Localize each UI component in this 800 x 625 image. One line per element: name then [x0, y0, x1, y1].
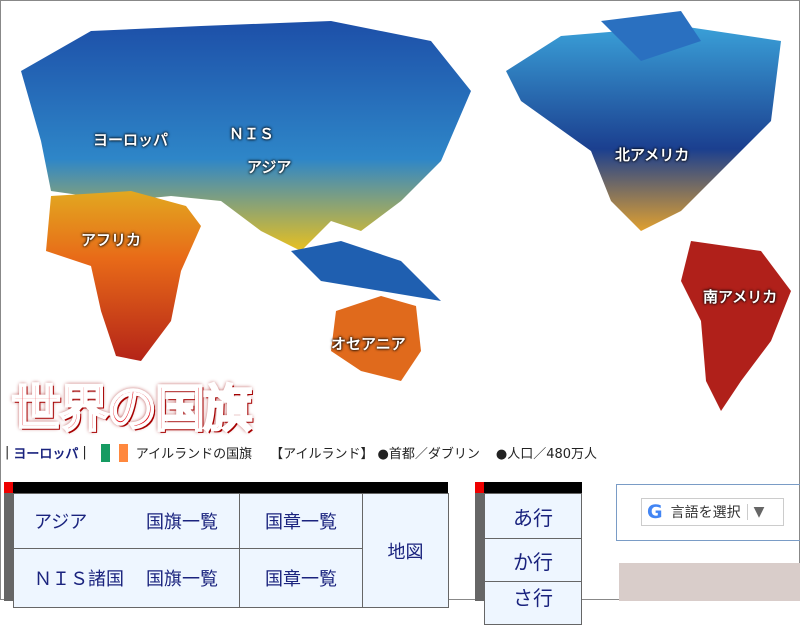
- sep-left: |: [5, 445, 10, 460]
- capital: ●首都／ダブリン: [377, 447, 480, 462]
- region-table-header: [4, 482, 448, 493]
- world-map: [21, 11, 791, 411]
- row-asia: アジア 国旗一覧: [13, 493, 240, 549]
- kana-table-header: [475, 482, 582, 493]
- country-name: 【アイルランド】: [270, 447, 374, 462]
- region-nis-link[interactable]: ＮＩＳ諸国: [34, 565, 146, 591]
- region-table-sidebar: [4, 493, 13, 601]
- google-g-icon: G: [647, 501, 663, 523]
- dropdown-arrow-icon: ▼: [746, 504, 764, 520]
- flag-caption: アイルランドの国旗: [135, 447, 253, 462]
- region-asia-link[interactable]: アジア: [34, 508, 146, 534]
- africa: [46, 191, 201, 361]
- map-label-asia[interactable]: アジア: [247, 156, 291, 177]
- map-label-africa[interactable]: アフリカ: [81, 229, 141, 250]
- map-label-nis[interactable]: ＮＩＳ: [229, 123, 274, 144]
- map-label-north-america[interactable]: 北アメリカ: [615, 144, 689, 165]
- sep-right: |: [82, 445, 87, 460]
- map-label-oceania[interactable]: オセアニア: [331, 333, 406, 354]
- ireland-flag-icon: [100, 443, 128, 462]
- map-label-south-america[interactable]: 南アメリカ: [703, 286, 777, 307]
- kana-sa-link[interactable]: さ行: [484, 581, 582, 625]
- breadcrumb: | ヨーロッパ | アイルランドの国旗 【アイルランド】 ●首都／ダブリン ●人…: [5, 443, 597, 462]
- ad-banner: [619, 563, 800, 601]
- kana-a-link[interactable]: あ行: [484, 493, 582, 539]
- asia-flags-link[interactable]: 国旗一覧: [146, 508, 218, 534]
- asia-emblems-link[interactable]: 国章一覧: [239, 493, 363, 549]
- south-america: [681, 241, 791, 411]
- kana-table-sidebar: [475, 493, 484, 601]
- kana-ka-link[interactable]: か行: [484, 538, 582, 582]
- map-link[interactable]: 地図: [362, 493, 449, 608]
- language-select-label: 言語を選択: [670, 505, 741, 521]
- kana-table-marker: [475, 482, 484, 493]
- site-title-logo[interactable]: 世界の国旗: [10, 369, 254, 441]
- nis-emblems-link[interactable]: 国章一覧: [239, 548, 363, 608]
- region-table-marker: [4, 482, 13, 493]
- se-asia: [291, 241, 441, 301]
- language-select[interactable]: G 言語を選択 ▼: [641, 498, 784, 526]
- breadcrumb-region-link[interactable]: ヨーロッパ: [13, 443, 78, 462]
- population: ●人口／480万人: [495, 447, 598, 462]
- nis-flags-link[interactable]: 国旗一覧: [146, 565, 218, 591]
- map-label-europe[interactable]: ヨーロッパ: [93, 129, 168, 150]
- row-nis: ＮＩＳ諸国 国旗一覧: [13, 548, 240, 608]
